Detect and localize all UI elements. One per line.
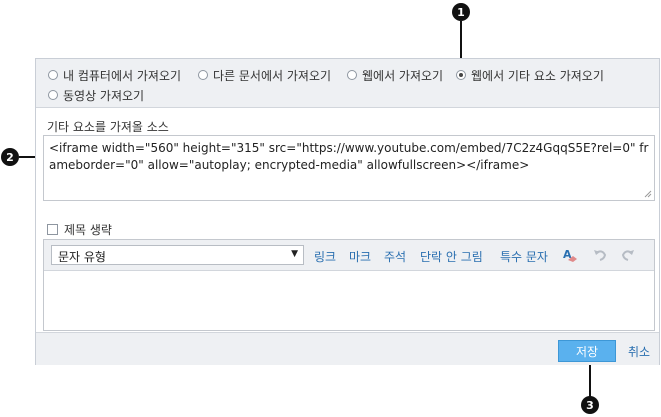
callout-1-number: 1 [457, 5, 465, 19]
omit-title-option[interactable]: 제목 생략 [47, 221, 112, 238]
toolbar-link-button[interactable]: 링크 [314, 248, 336, 265]
text-type-select[interactable]: 문자 유형 ▼ [51, 245, 304, 265]
dropdown-arrow-icon: ▼ [291, 249, 298, 259]
radio-import-other-element-from-web[interactable]: 웹에서 기타 요소 가져오기 [456, 67, 604, 83]
text-type-select-value: 문자 유형 [58, 250, 106, 264]
radio-label: 웹에서 가져오기 [362, 68, 444, 83]
radio-import-video[interactable]: 동영상 가져오기 [48, 87, 144, 103]
caption-editor: 문자 유형 ▼ 링크 마크 주석 단락 안 그림 특수 문자 A [43, 239, 655, 331]
radio-label: 동영상 가져오기 [63, 88, 145, 103]
radio-label: 다른 문서에서 가져오기 [213, 68, 332, 83]
source-code-text: <iframe width="560" height="315" src="ht… [49, 141, 649, 172]
radio-circle[interactable] [198, 70, 208, 80]
omit-title-label: 제목 생략 [64, 223, 112, 237]
radio-import-from-web[interactable]: 웹에서 가져오기 [347, 67, 443, 83]
toolbar-special-chars-button[interactable]: 특수 문자 [500, 248, 548, 265]
callout-3-number: 3 [586, 398, 594, 412]
save-button[interactable]: 저장 [558, 340, 616, 362]
text-format-icon[interactable]: A [561, 246, 579, 264]
source-code-textarea[interactable]: <iframe width="560" height="315" src="ht… [43, 135, 655, 201]
toolbar-no-break-button[interactable]: 단락 안 그림 [420, 248, 483, 265]
callout-3-line [589, 360, 591, 397]
dialog-footer: 저장 취소 [36, 332, 659, 365]
radio-circle[interactable] [48, 90, 58, 100]
callout-2-badge: 2 [1, 148, 19, 166]
radio-import-from-other-document[interactable]: 다른 문서에서 가져오기 [198, 67, 331, 83]
cancel-button[interactable]: 취소 [628, 343, 650, 360]
import-options-bar: 내 컴퓨터에서 가져오기 다른 문서에서 가져오기 웹에서 가져오기 웹에서 기… [36, 59, 659, 108]
undo-icon[interactable] [591, 246, 609, 264]
radio-import-from-computer[interactable]: 내 컴퓨터에서 가져오기 [48, 67, 181, 83]
radio-label: 웹에서 기타 요소 가져오기 [471, 68, 604, 83]
toolbar-mark-button[interactable]: 마크 [349, 248, 371, 265]
redo-icon[interactable] [619, 246, 637, 264]
callout-1-badge: 1 [452, 3, 470, 21]
source-label: 기타 요소를 가져올 소스 [47, 120, 169, 134]
callout-2-number: 2 [6, 150, 14, 164]
omit-title-checkbox[interactable] [47, 224, 58, 235]
callout-3-badge: 3 [581, 396, 599, 414]
editor-toolbar: 문자 유형 ▼ 링크 마크 주석 단락 안 그림 특수 문자 A [44, 240, 654, 271]
radio-label: 내 컴퓨터에서 가져오기 [63, 68, 182, 83]
radio-circle[interactable] [48, 70, 58, 80]
radio-circle-selected[interactable] [456, 70, 466, 80]
toolbar-comment-button[interactable]: 주석 [384, 248, 406, 265]
import-dialog: 내 컴퓨터에서 가져오기 다른 문서에서 가져오기 웹에서 가져오기 웹에서 기… [35, 58, 660, 365]
radio-circle[interactable] [347, 70, 357, 80]
resize-grip-icon[interactable] [644, 190, 652, 198]
